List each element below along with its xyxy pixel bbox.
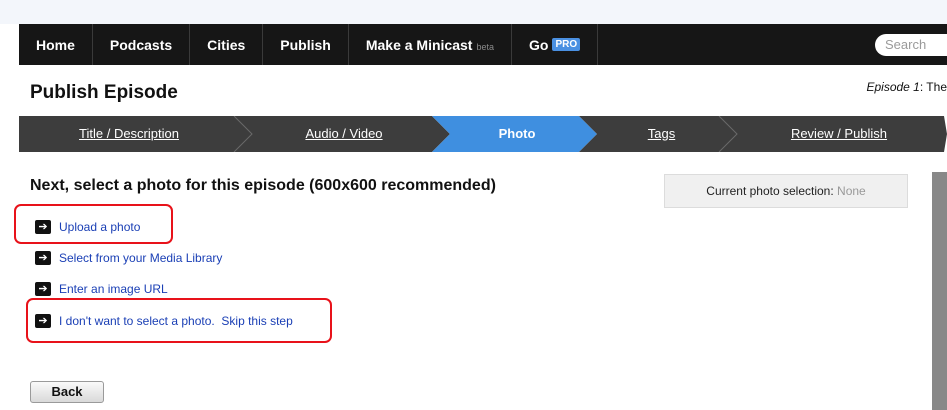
option-label: Upload a photo bbox=[59, 220, 141, 234]
nav-minicast-label: Make a Minicast bbox=[365, 36, 473, 53]
episode-label: Episode 1: The bbox=[866, 80, 947, 94]
step-tags[interactable]: Tags bbox=[594, 116, 729, 152]
nav-go-label: Go bbox=[528, 36, 549, 53]
option-label: Enter an image URL bbox=[59, 282, 168, 296]
page-title: Publish Episode bbox=[30, 82, 178, 103]
photo-instruction: Next, select a photo for this episode (6… bbox=[30, 177, 496, 194]
option-media-library[interactable]: ➔ Select from your Media Library bbox=[35, 251, 222, 265]
step-title-description[interactable]: Title / Description bbox=[19, 116, 239, 152]
step-review-publish[interactable]: Review / Publish bbox=[734, 116, 944, 152]
top-band bbox=[0, 0, 947, 24]
option-skip-step[interactable]: ➔ I don't want to select a photo. Skip t… bbox=[35, 314, 293, 328]
option-label: I don't want to select a photo. Skip thi… bbox=[59, 314, 293, 328]
nav-publish[interactable]: Publish bbox=[263, 24, 349, 65]
option-label: Select from your Media Library bbox=[59, 251, 223, 265]
top-navbar: Home Podcasts Cities Publish Make a Mini… bbox=[19, 24, 947, 65]
step-audio-video[interactable]: Audio / Video bbox=[249, 116, 439, 152]
step-photo: Photo bbox=[498, 126, 536, 141]
nav-home[interactable]: Home bbox=[19, 24, 93, 65]
pro-badge: PRO bbox=[552, 38, 581, 51]
side-panel bbox=[932, 172, 947, 410]
option-upload-photo[interactable]: ➔ Upload a photo bbox=[35, 220, 140, 234]
arrow-right-icon: ➔ bbox=[35, 282, 51, 296]
arrow-right-icon: ➔ bbox=[35, 251, 51, 265]
search-input[interactable]: Search bbox=[875, 34, 947, 56]
current-photo-value: None bbox=[837, 184, 866, 198]
nav-podcasts[interactable]: Podcasts bbox=[93, 24, 191, 65]
current-photo-selection: Current photo selection: None bbox=[664, 174, 908, 208]
arrow-right-icon: ➔ bbox=[35, 220, 51, 234]
beta-badge: beta bbox=[476, 41, 494, 52]
nav-go-pro[interactable]: Go PRO bbox=[512, 24, 599, 65]
step-progress-bar: Title / Description Audio / Video Photo … bbox=[19, 116, 947, 152]
nav-make-minicast[interactable]: Make a Minicast beta bbox=[349, 24, 512, 65]
arrow-right-icon: ➔ bbox=[35, 314, 51, 328]
back-button[interactable]: Back bbox=[30, 381, 104, 403]
option-image-url[interactable]: ➔ Enter an image URL bbox=[35, 282, 168, 296]
episode-number: Episode 1 bbox=[866, 80, 920, 94]
current-photo-label: Current photo selection: bbox=[706, 184, 834, 198]
nav-cities[interactable]: Cities bbox=[190, 24, 264, 65]
episode-title-fragment: : The bbox=[919, 80, 947, 94]
